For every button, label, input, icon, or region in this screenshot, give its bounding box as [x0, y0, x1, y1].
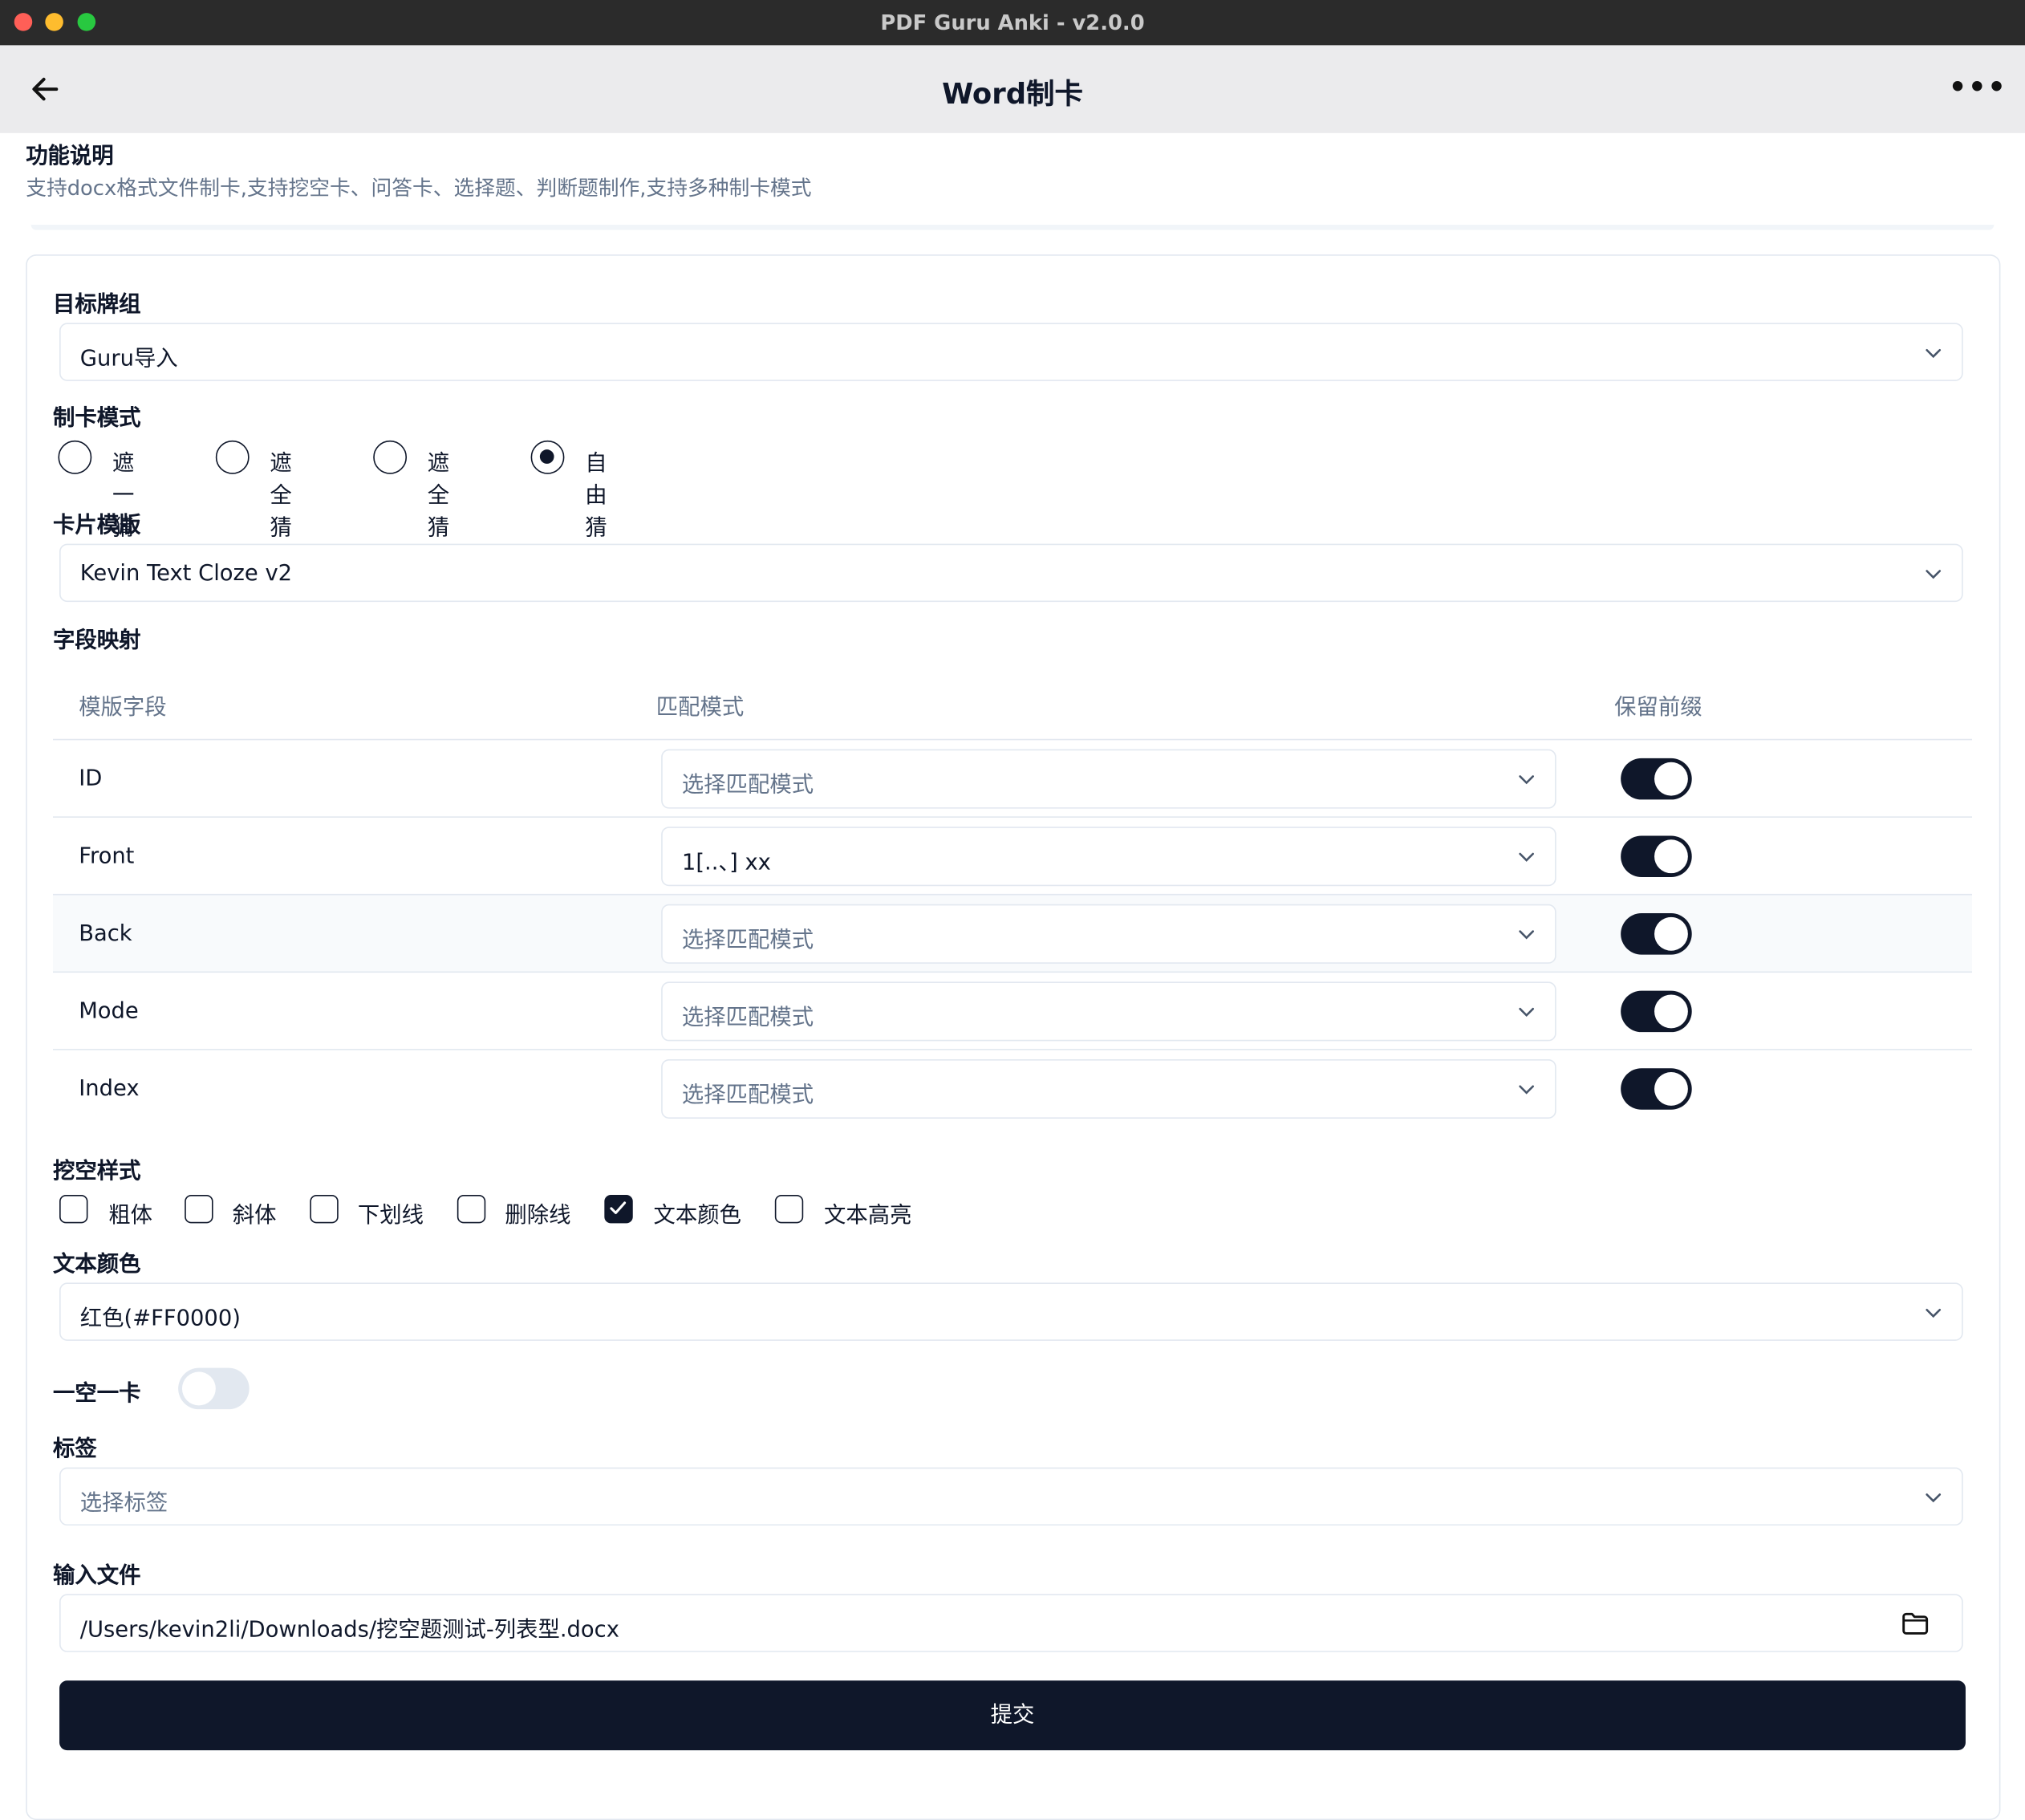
input-file-field[interactable]: /Users/kevin2li/Downloads/挖空题测试-列表型.docx — [59, 1594, 1963, 1652]
table-row: Back 选择匹配模式 — [52, 893, 1973, 973]
app-window: PDF Guru Anki - v2.0.0 Word制卡 ••• 功能说明 支… — [0, 0, 2025, 1820]
tags-select[interactable]: 选择标签 — [59, 1467, 1963, 1526]
match-mode-value: 选择匹配模式 — [681, 772, 814, 798]
text-color-option-label: 文本颜色 — [653, 1202, 741, 1229]
text-color-checkbox[interactable] — [604, 1194, 633, 1224]
field-name: ID — [79, 766, 103, 792]
table-row: Index 选择匹配模式 — [52, 1049, 1973, 1127]
mapping-label: 字段映射 — [52, 628, 141, 654]
table-row: Mode 选择匹配模式 — [52, 971, 1973, 1050]
field-name: Mode — [79, 998, 139, 1025]
mode-label: 制卡模式 — [52, 405, 141, 432]
chevron-down-icon — [1519, 1085, 1535, 1095]
match-mode-select[interactable]: 选择匹配模式 — [661, 904, 1556, 964]
submit-button[interactable]: 提交 — [59, 1680, 1966, 1751]
text-color-select[interactable]: 红色(#FF0000) — [59, 1282, 1963, 1341]
folder-icon[interactable] — [1901, 1611, 1929, 1636]
template-label: 卡片模版 — [52, 513, 141, 539]
window-title: PDF Guru Anki - v2.0.0 — [880, 10, 1145, 35]
chevron-down-icon — [1926, 570, 1942, 579]
strikethrough-checkbox[interactable] — [457, 1194, 486, 1224]
template-select[interactable]: Kevin Text Cloze v2 — [59, 543, 1963, 603]
mode-radio-1[interactable] — [58, 440, 92, 474]
underline-checkbox[interactable] — [310, 1194, 339, 1224]
italic-label: 斜体 — [232, 1202, 277, 1229]
column-header-match: 匹配模式 — [655, 695, 745, 721]
app-header: Word制卡 ••• — [0, 45, 2025, 133]
tags-placeholder: 选择标签 — [79, 1490, 168, 1517]
mode-radio-3[interactable] — [373, 440, 408, 474]
tags-label: 标签 — [52, 1436, 97, 1463]
chevron-down-icon — [1519, 852, 1535, 862]
bold-checkbox[interactable] — [59, 1194, 88, 1224]
check-icon — [610, 1201, 627, 1214]
field-name: Front — [79, 843, 135, 870]
chevron-down-icon — [1519, 1007, 1535, 1018]
more-options-icon[interactable]: ••• — [1949, 75, 2007, 103]
match-mode-value: 选择匹配模式 — [681, 1082, 814, 1109]
page-title: Word制卡 — [942, 79, 1083, 112]
input-file-path: /Users/kevin2li/Downloads/挖空题测试-列表型.docx — [79, 1617, 619, 1643]
keep-prefix-toggle[interactable] — [1621, 990, 1692, 1033]
description-panel-edge — [30, 225, 1995, 230]
chevron-down-icon — [1926, 348, 1942, 359]
keep-prefix-toggle[interactable] — [1621, 1068, 1692, 1110]
description-text: 支持docx格式文件制卡,支持挖空卡、问答卡、选择题、判断题制作,支持多种制卡模… — [26, 175, 812, 201]
mode-radio-2[interactable] — [215, 440, 250, 474]
match-mode-value: 1[..、] xx — [681, 850, 771, 876]
template-value: Kevin Text Cloze v2 — [79, 560, 293, 587]
field-name: Index — [79, 1075, 140, 1103]
title-bar: PDF Guru Anki - v2.0.0 — [0, 0, 2025, 47]
mode-radio-4-selected[interactable] — [530, 440, 565, 474]
description-title: 功能说明 — [26, 143, 114, 169]
match-mode-select[interactable]: 选择匹配模式 — [661, 749, 1556, 809]
keep-prefix-toggle[interactable] — [1621, 758, 1692, 800]
mode-option-label: 自由猜 — [585, 450, 607, 542]
chevron-down-icon — [1519, 930, 1535, 940]
chevron-down-icon — [1926, 1493, 1942, 1503]
match-mode-value: 选择匹配模式 — [681, 927, 814, 953]
chevron-down-icon — [1926, 1308, 1942, 1318]
strikethrough-label: 删除线 — [505, 1202, 571, 1229]
input-file-label: 输入文件 — [52, 1562, 141, 1589]
table-row: Front 1[..、] xx — [52, 816, 1973, 895]
deck-select[interactable]: Guru导入 — [59, 323, 1963, 381]
match-mode-select[interactable]: 选择匹配模式 — [661, 1058, 1556, 1119]
bold-label: 粗体 — [108, 1202, 152, 1229]
one-per-card-label: 一空一卡 — [52, 1380, 141, 1407]
text-color-label: 文本颜色 — [52, 1251, 141, 1278]
one-per-card-toggle[interactable] — [178, 1367, 250, 1410]
text-color-value: 红色(#FF0000) — [79, 1306, 241, 1332]
deck-label: 目标牌组 — [52, 291, 141, 318]
column-header-prefix: 保留前缀 — [1614, 695, 1702, 721]
field-name: Back — [79, 920, 132, 947]
keep-prefix-toggle[interactable] — [1621, 913, 1692, 955]
match-mode-value: 选择匹配模式 — [681, 1005, 814, 1031]
cloze-style-label: 挖空样式 — [52, 1158, 141, 1185]
underline-label: 下划线 — [357, 1202, 424, 1229]
highlight-checkbox[interactable] — [774, 1194, 804, 1224]
keep-prefix-toggle[interactable] — [1621, 835, 1692, 877]
highlight-label: 文本高亮 — [823, 1202, 912, 1229]
match-mode-select[interactable]: 1[..、] xx — [661, 827, 1556, 887]
chevron-down-icon — [1519, 775, 1535, 785]
match-mode-select[interactable]: 选择匹配模式 — [661, 981, 1556, 1042]
deck-value: Guru导入 — [79, 346, 178, 372]
column-header-field: 模版字段 — [79, 695, 167, 721]
table-row: ID 选择匹配模式 — [52, 738, 1973, 818]
italic-checkbox[interactable] — [185, 1194, 213, 1224]
